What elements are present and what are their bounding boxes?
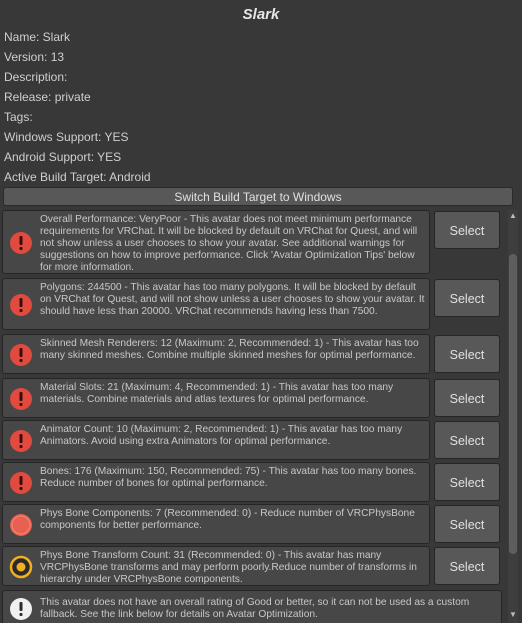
- avatar-description: Description:: [4, 70, 68, 84]
- message-row: Overall Performance: VeryPoor - This ava…: [2, 210, 502, 274]
- active-build-target: Active Build Target: Android: [4, 170, 151, 184]
- message-row: This avatar does not have an overall rat…: [2, 590, 502, 623]
- avatar-release: Release: private: [4, 90, 91, 104]
- message-row: Polygons: 244500 - This avatar has too m…: [2, 278, 502, 330]
- message-row: Phys Bone Components: 7 (Recommended: 0)…: [2, 504, 502, 544]
- message-text: This avatar does not have an overall rat…: [40, 597, 470, 620]
- scroll-down-arrow-icon[interactable]: ▼: [508, 609, 518, 621]
- windows-support: Windows Support: YES: [4, 130, 129, 144]
- select-button[interactable]: Select: [434, 379, 500, 417]
- message-text: Animator Count: 10 (Maximum: 2, Recommen…: [40, 424, 403, 447]
- message-text: Polygons: 244500 - This avatar has too m…: [40, 282, 425, 317]
- poor-performance-icon: [10, 514, 32, 536]
- select-button[interactable]: Select: [434, 505, 500, 543]
- info-icon: [10, 598, 32, 620]
- message-box: Polygons: 244500 - This avatar has too m…: [2, 278, 430, 330]
- validation-messages-list: Overall Performance: VeryPoor - This ava…: [0, 208, 506, 623]
- message-row: Bones: 176 (Maximum: 150, Recommended: 7…: [2, 462, 502, 502]
- select-button[interactable]: Select: [434, 421, 500, 459]
- message-box: Phys Bone Components: 7 (Recommended: 0)…: [2, 504, 430, 544]
- select-button[interactable]: Select: [434, 335, 500, 373]
- error-icon: [10, 294, 32, 316]
- message-box: Phys Bone Transform Count: 31 (Recommend…: [2, 546, 430, 586]
- avatar-title: Slark: [242, 6, 280, 23]
- message-text: Phys Bone Transform Count: 31 (Recommend…: [40, 550, 417, 585]
- scroll-up-arrow-icon[interactable]: ▲: [508, 210, 518, 222]
- message-box: Overall Performance: VeryPoor - This ava…: [2, 210, 430, 274]
- switch-build-target-button[interactable]: Switch Build Target to Windows: [3, 187, 513, 206]
- select-button[interactable]: Select: [434, 279, 500, 317]
- avatar-tags: Tags:: [4, 110, 33, 124]
- message-text: Material Slots: 21 (Maximum: 4, Recommen…: [40, 382, 394, 405]
- message-row: Phys Bone Transform Count: 31 (Recommend…: [2, 546, 502, 586]
- error-icon: [10, 472, 32, 494]
- select-button[interactable]: Select: [434, 547, 500, 585]
- message-row: Skinned Mesh Renderers: 12 (Maximum: 2, …: [2, 334, 502, 374]
- message-row: Animator Count: 10 (Maximum: 2, Recommen…: [2, 420, 502, 460]
- error-icon: [10, 388, 32, 410]
- error-icon: [10, 430, 32, 452]
- message-text: Bones: 176 (Maximum: 150, Recommended: 7…: [40, 466, 417, 489]
- select-button[interactable]: Select: [434, 463, 500, 501]
- message-box: Material Slots: 21 (Maximum: 4, Recommen…: [2, 378, 430, 418]
- message-text: Phys Bone Components: 7 (Recommended: 0)…: [40, 508, 415, 531]
- error-icon: [10, 232, 32, 254]
- select-button[interactable]: Select: [434, 211, 500, 249]
- message-text: Overall Performance: VeryPoor - This ava…: [40, 214, 418, 273]
- message-box: Animator Count: 10 (Maximum: 2, Recommen…: [2, 420, 430, 460]
- message-box: This avatar does not have an overall rat…: [2, 590, 502, 623]
- message-text: Skinned Mesh Renderers: 12 (Maximum: 2, …: [40, 338, 419, 361]
- avatar-version: Version: 13: [4, 50, 65, 64]
- scrollbar-thumb[interactable]: [509, 254, 517, 554]
- message-box: Skinned Mesh Renderers: 12 (Maximum: 2, …: [2, 334, 430, 374]
- avatar-name: Name: Slark: [4, 30, 71, 44]
- medium-performance-icon: [9, 555, 33, 579]
- message-box: Bones: 176 (Maximum: 150, Recommended: 7…: [2, 462, 430, 502]
- message-row: Material Slots: 21 (Maximum: 4, Recommen…: [2, 378, 502, 418]
- android-support: Android Support: YES: [4, 150, 122, 164]
- error-icon: [10, 344, 32, 366]
